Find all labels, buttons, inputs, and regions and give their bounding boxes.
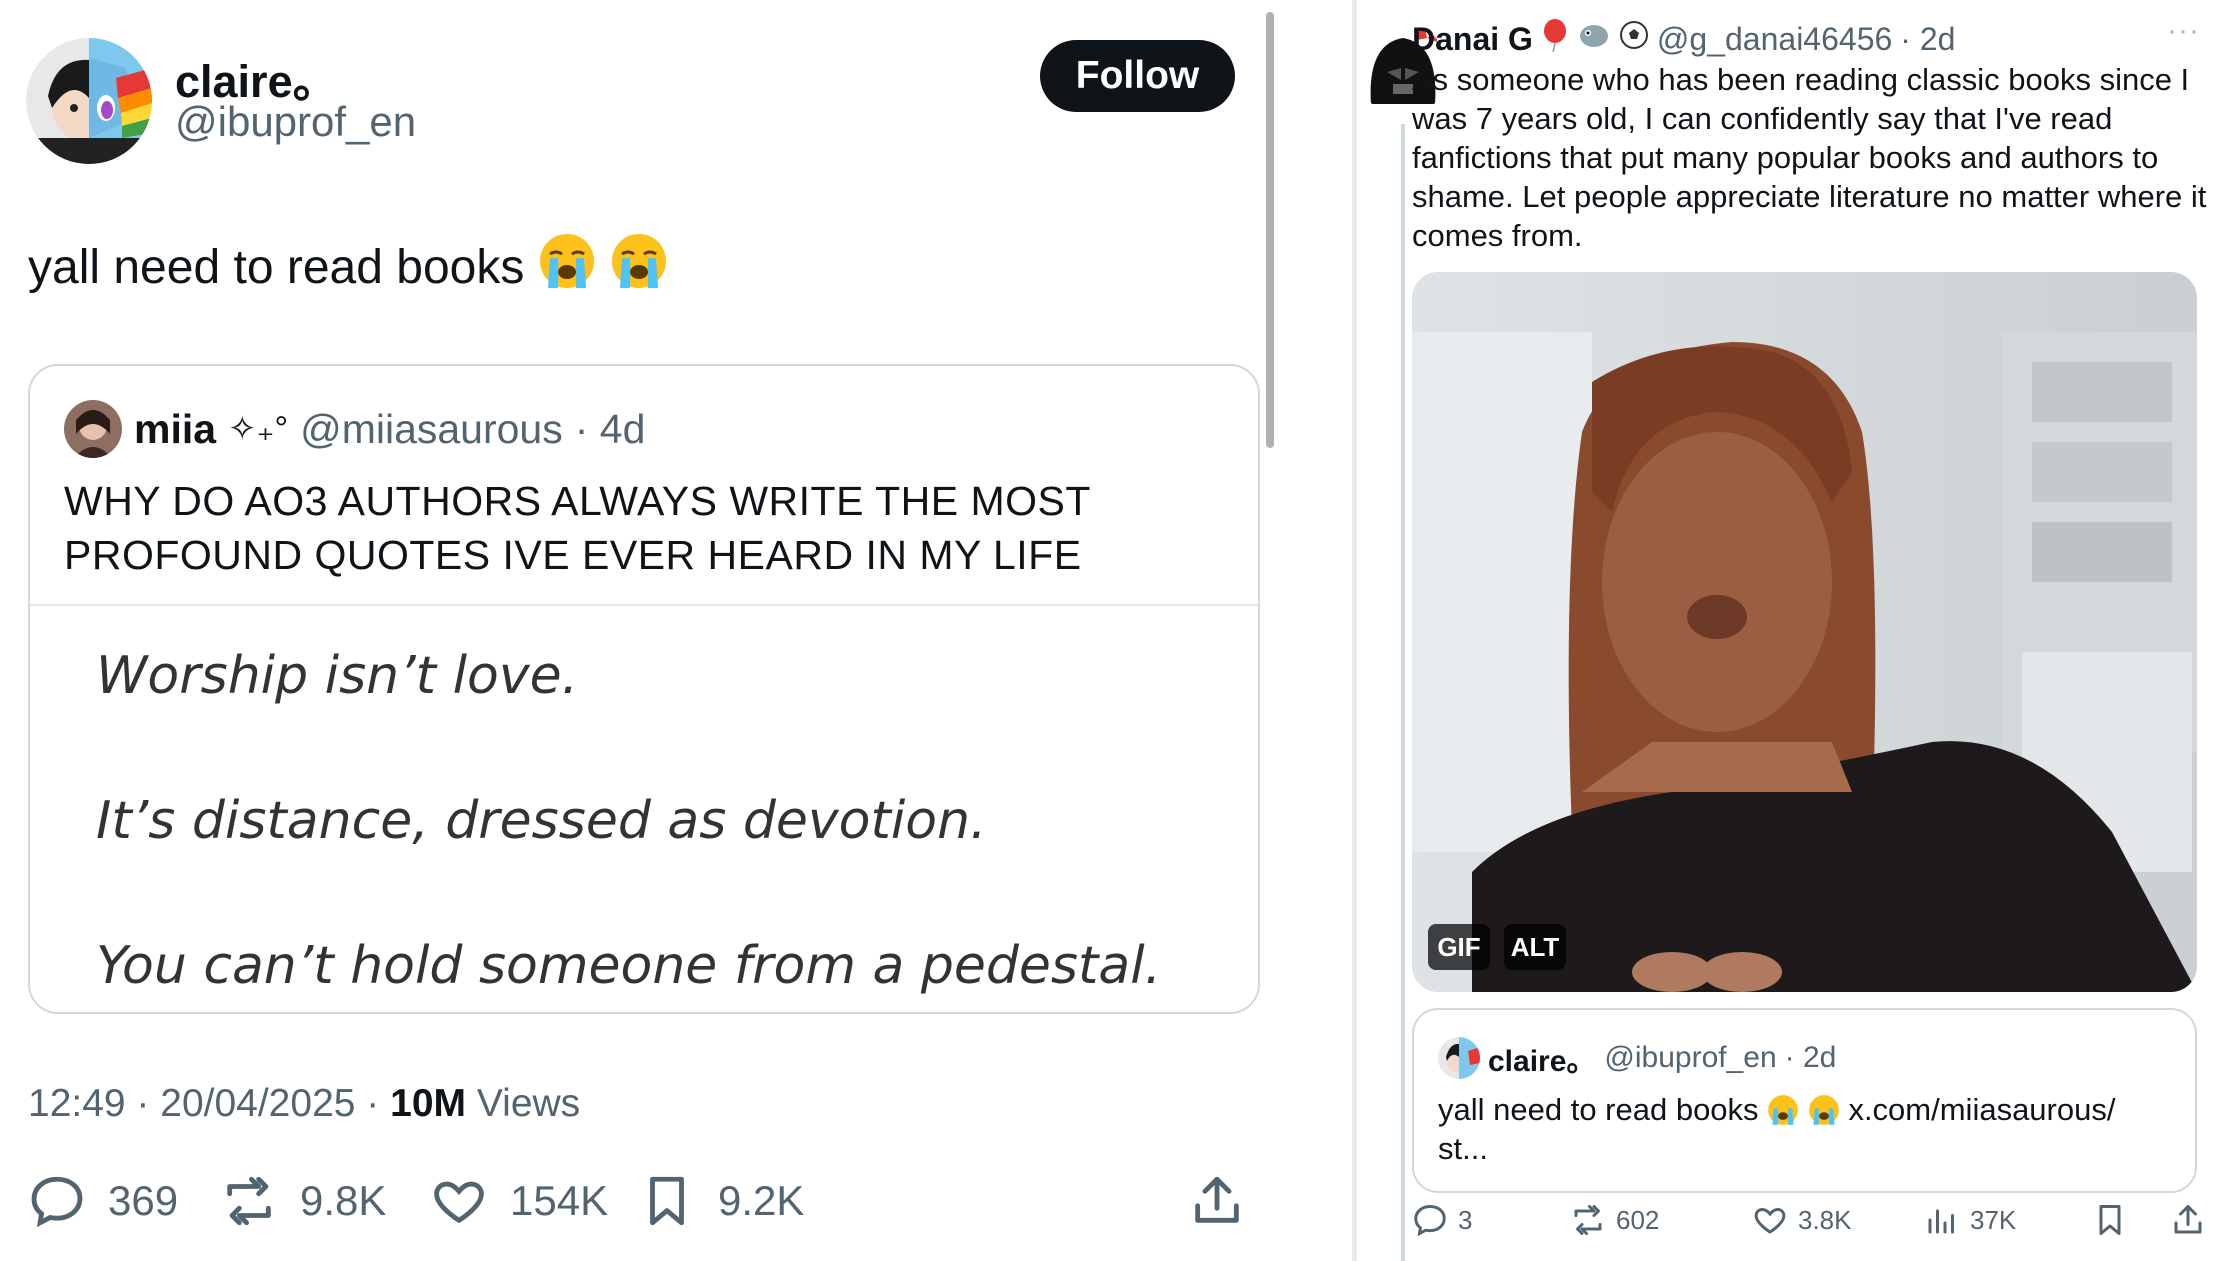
- loudly-crying-face-icon: [610, 232, 668, 302]
- post-time: · 2d: [1900, 20, 1956, 57]
- claire-avatar[interactable]: [1438, 1037, 1480, 1079]
- action-bar: 3 602 3.8K 37K: [1412, 1202, 2212, 1252]
- tweet-text: yall need to read books: [28, 232, 668, 302]
- miia-avatar[interactable]: [64, 400, 122, 458]
- views-button[interactable]: 37K: [1924, 1202, 2016, 1238]
- quoted-tweet[interactable]: claire。 @ibuprof_en · 2d yall need to re…: [1412, 1008, 2197, 1193]
- bookmark-button[interactable]: 9.2K: [638, 1172, 804, 1230]
- like-button[interactable]: 154K: [430, 1172, 608, 1230]
- loudly-crying-face-icon: [1767, 1092, 1799, 1127]
- gif-badge: GIF: [1428, 924, 1490, 970]
- gif-image: [1412, 272, 2197, 992]
- views-count: 10M: [390, 1082, 466, 1125]
- bookmark-count: 9.2K: [718, 1177, 805, 1224]
- quoted-tweet-text: WHY DO AO3 AUTHORS ALWAYS WRITE THE MOST…: [64, 478, 1091, 578]
- like-count: 3.8K: [1798, 1204, 1852, 1235]
- main-tweet: claire。 @ibuprof_en Follow yall need to …: [0, 0, 1270, 1261]
- author-name[interactable]: Danai G: [1412, 21, 1533, 58]
- bookmark-icon: [650, 1176, 684, 1226]
- quoted-link-tail[interactable]: st...: [1438, 1131, 1488, 1166]
- repost-count: 602: [1616, 1204, 1660, 1235]
- author-handle[interactable]: @ibuprof_en: [175, 98, 416, 146]
- quoted-author-handle[interactable]: @miiasaurous: [300, 406, 563, 453]
- reply-text: As someone who has been reading classic …: [1412, 62, 2207, 253]
- loudly-crying-face-icon: [538, 232, 596, 302]
- more-options-icon[interactable]: ···: [2167, 14, 2200, 48]
- tweet-meta: 12:49 · 20/04/2025 · 10M Views: [28, 1082, 580, 1126]
- share-icon: [1195, 1176, 1239, 1223]
- alt-badge[interactable]: ALT: [1504, 924, 1566, 970]
- scrollbar[interactable]: [1266, 12, 1274, 448]
- share-button[interactable]: [1188, 1172, 1246, 1230]
- quoted-link[interactable]: x.com/miiasaurous/: [1848, 1092, 2115, 1127]
- loudly-crying-face-icon: [1808, 1092, 1840, 1127]
- bookmark-icon: [2099, 1205, 2121, 1235]
- reply-tweet: Danai G @g_danai46456 · 2d ··· As someon…: [1357, 0, 2217, 1261]
- balloon-icon: [1541, 18, 1569, 60]
- heart-icon: [434, 1181, 484, 1224]
- quoted-tweet-text: yall need to read books x.com/miiasaurou…: [1438, 1090, 2168, 1168]
- share-button[interactable]: [2170, 1202, 2206, 1238]
- views-label: Views: [476, 1082, 581, 1125]
- tweet-text-content: yall need to read books: [28, 240, 525, 294]
- reply-icon: [31, 1176, 83, 1228]
- reply-count: 369: [108, 1177, 179, 1224]
- quoted-time: · 4d: [574, 405, 646, 452]
- action-bar: 369 9.8K 154K 9.2K: [28, 1172, 1258, 1242]
- quoted-author-name[interactable]: miia: [134, 406, 216, 453]
- like-count: 154K: [510, 1177, 609, 1224]
- divider: [30, 604, 1258, 606]
- reply-icon: [1414, 1204, 1446, 1237]
- soccer-ball-icon: [1619, 20, 1649, 58]
- analytics-icon: [1928, 1209, 1954, 1234]
- quoted-tweet[interactable]: miia ✧₊° @miiasaurous · 4d WHY DO AO3 AU…: [28, 364, 1260, 1014]
- bookmark-button[interactable]: [2092, 1202, 2128, 1238]
- thread-line: [1401, 124, 1405, 1261]
- claire-avatar[interactable]: [26, 38, 152, 164]
- quoted-author-handle[interactable]: @ibuprof_en: [1604, 1041, 1776, 1075]
- reply-button[interactable]: 369: [28, 1172, 178, 1230]
- repost-button[interactable]: 602: [1570, 1202, 1659, 1238]
- repost-icon: [227, 1176, 271, 1226]
- reply-count: 3: [1458, 1204, 1473, 1235]
- repost-button[interactable]: 9.8K: [220, 1172, 386, 1230]
- views-count: 37K: [1970, 1204, 2017, 1235]
- quoted-time: · 2d: [1784, 1041, 1837, 1074]
- author-handle[interactable]: @g_danai46456: [1657, 21, 1892, 58]
- bird-icon: [1577, 20, 1611, 58]
- repost-count: 9.8K: [300, 1177, 387, 1224]
- quote-line: You can’t hold someone from a pedestal.: [96, 936, 1162, 996]
- quoted-author-decoration: ✧₊°: [228, 410, 289, 448]
- quote-line: Worship isn’t love.: [96, 646, 579, 706]
- quote-line: It’s distance, dressed as devotion.: [96, 791, 987, 851]
- reply-button[interactable]: 3: [1412, 1202, 1472, 1238]
- follow-button[interactable]: Follow: [1040, 40, 1235, 112]
- quoted-text-content: yall need to read books: [1438, 1092, 1759, 1127]
- timestamp[interactable]: 12:49 · 20/04/2025 ·: [28, 1082, 379, 1125]
- repost-icon: [1574, 1205, 1602, 1235]
- like-button[interactable]: 3.8K: [1752, 1202, 1852, 1238]
- heart-icon: [1754, 1207, 1786, 1234]
- share-icon: [2174, 1205, 2202, 1234]
- quoted-tweet-header: miia ✧₊° @miiasaurous · 4d: [64, 400, 645, 458]
- quoted-author-name[interactable]: claire。: [1488, 1036, 1596, 1080]
- quoted-tweet-header: claire。 @ibuprof_en · 2d: [1438, 1036, 1836, 1080]
- gif-media[interactable]: GIF ALT: [1412, 272, 2197, 992]
- quoted-image[interactable]: Worship isn’t love. It’s distance, dress…: [96, 646, 1162, 1012]
- reply-header: Danai G @g_danai46456 · 2d: [1412, 18, 1955, 60]
